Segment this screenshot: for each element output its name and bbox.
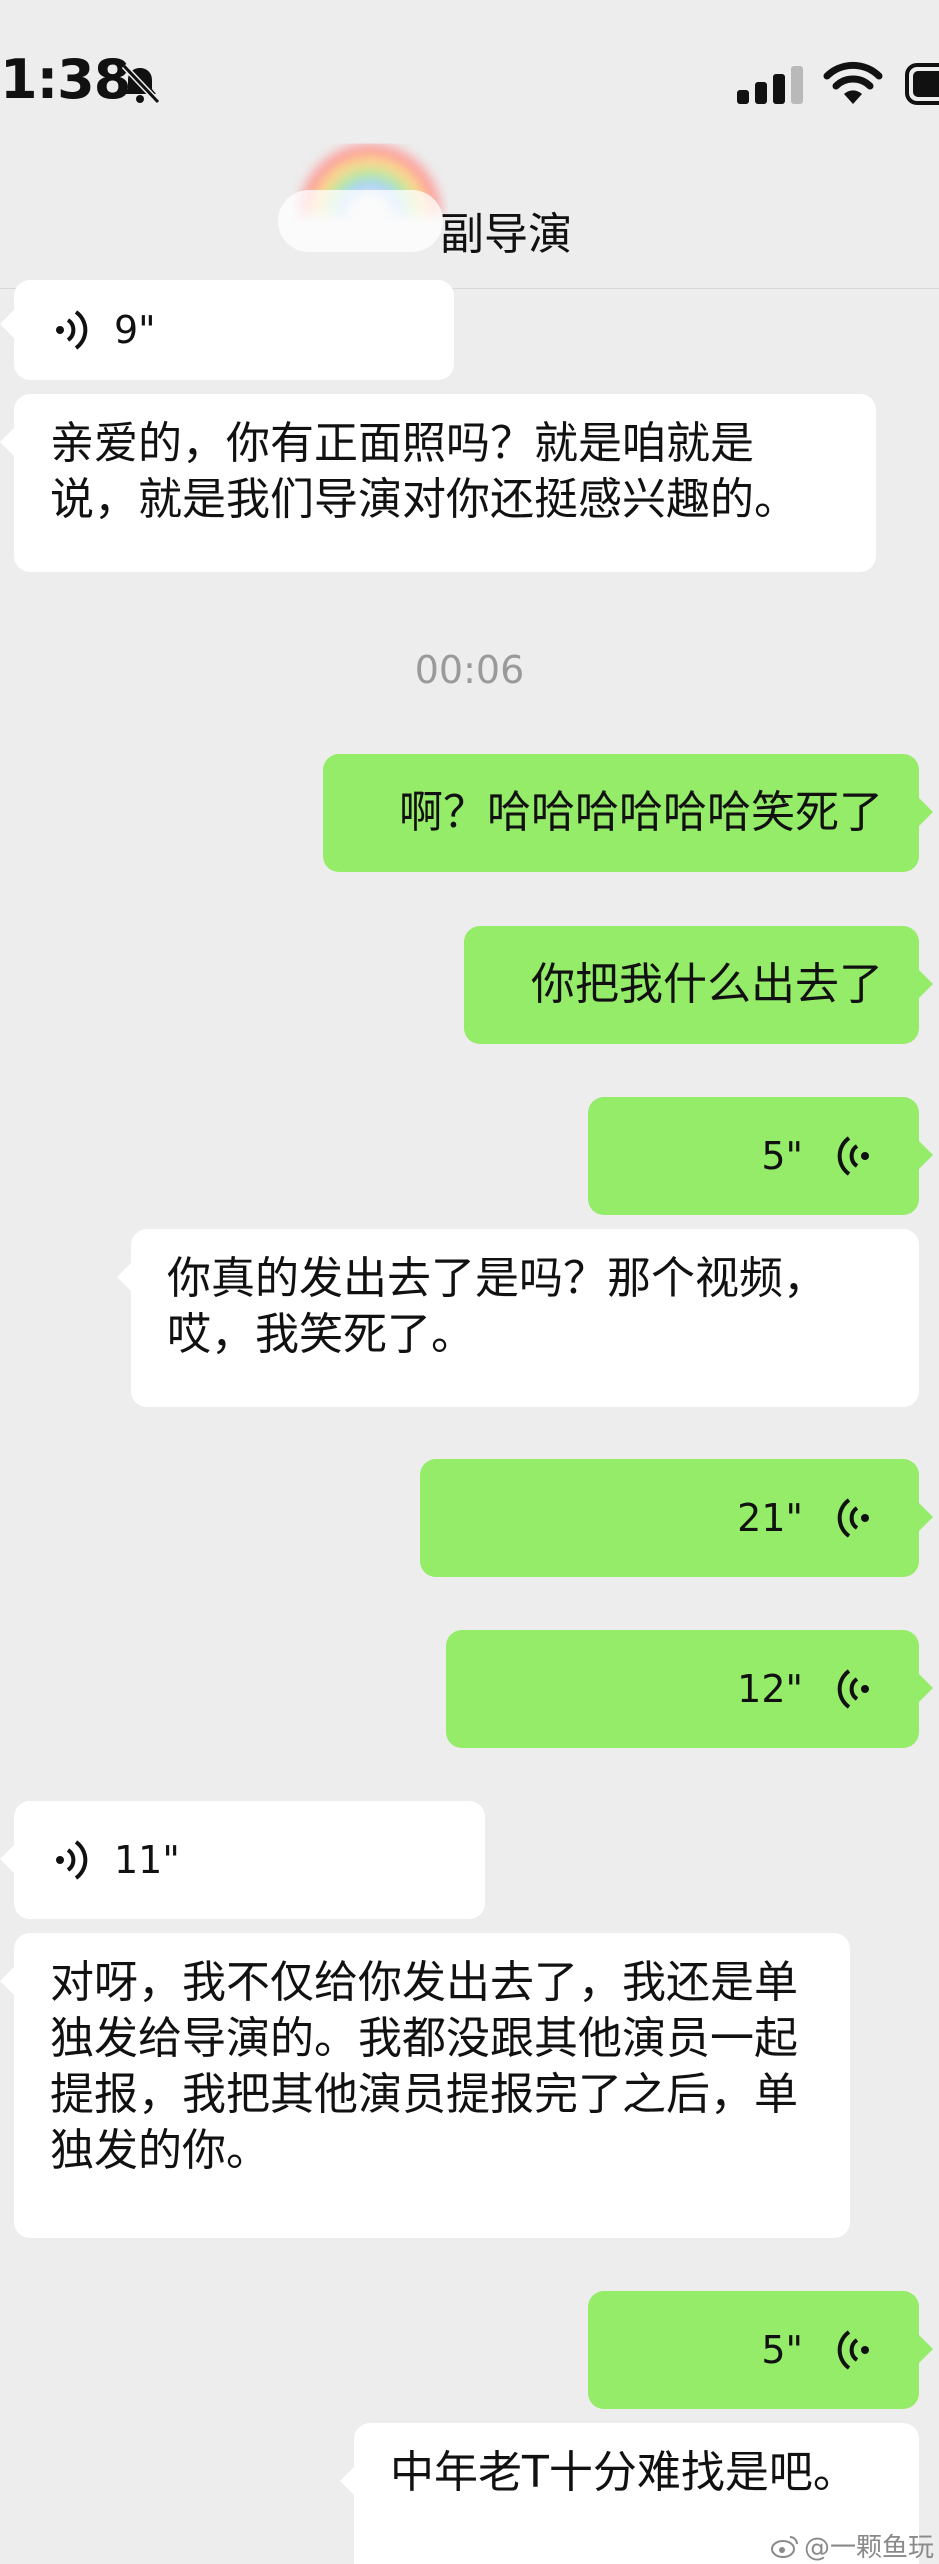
text-message-outgoing[interactable]: 你把我什么出去了 — [464, 926, 933, 1044]
status-time: 1:38 — [0, 48, 131, 111]
bell-slash-icon — [121, 63, 161, 105]
voice-duration: 5" — [761, 2328, 803, 2372]
voice-duration: 12" — [737, 1667, 803, 1711]
voice-duration: 21" — [737, 1496, 803, 1540]
voice-message-outgoing[interactable]: 21" — [420, 1459, 933, 1577]
voice-duration: 11" — [114, 1838, 180, 1882]
message-text: 对呀，我不仅给你发出去了，我还是单独发给导演的。我都没跟其他演员一起提报，我把其… — [50, 1957, 798, 2176]
voice-message-incoming[interactable]: 11" — [0, 1801, 485, 1919]
message-text: 你把我什么出去了 — [531, 959, 883, 1010]
text-message-incoming[interactable]: 你真的发出去了是吗？那个视频，哎，我笑死了。 — [117, 1229, 919, 1407]
wifi-icon — [823, 61, 883, 104]
voice-message-incoming[interactable]: 9" — [0, 280, 454, 380]
voice-message-outgoing[interactable]: 5" — [588, 1097, 933, 1215]
message-text: 亲爱的，你有正面照吗？就是咱就是说，就是我们导演对你还挺感兴趣的。 — [50, 418, 798, 525]
text-message-incoming[interactable]: 亲爱的，你有正面照吗？就是咱就是说，就是我们导演对你还挺感兴趣的。 — [0, 394, 876, 572]
message-text: 中年老T十分难找是吧。 — [390, 2447, 857, 2498]
text-message-incoming[interactable]: 对呀，我不仅给你发出去了，我还是单独发给导演的。我都没跟其他演员一起提报，我把其… — [0, 1933, 850, 2238]
voice-message-outgoing[interactable]: 12" — [446, 1630, 933, 1748]
voice-wave-icon — [56, 1840, 88, 1880]
message-text: 你真的发出去了是吗？那个视频，哎，我笑死了。 — [167, 1253, 827, 1360]
voice-duration: 9" — [114, 308, 156, 352]
blurred-name-patch — [278, 190, 443, 252]
watermark: @一颗鱼玩 — [770, 2527, 934, 2564]
voice-wave-icon — [837, 1669, 869, 1709]
voice-wave-icon — [837, 2330, 869, 2370]
chat-title[interactable]: 副导演 — [440, 198, 572, 262]
battery-icon — [905, 63, 939, 105]
voice-wave-icon — [837, 1498, 869, 1538]
weibo-icon — [771, 2535, 798, 2558]
signal-icon — [737, 66, 803, 104]
status-bar: 1:38 — [0, 0, 939, 160]
voice-duration: 5" — [761, 1134, 803, 1178]
voice-wave-icon — [56, 310, 88, 350]
voice-wave-icon — [837, 1136, 869, 1176]
message-text: 啊？哈哈哈哈哈哈笑死了 — [399, 787, 883, 838]
text-message-outgoing[interactable]: 啊？哈哈哈哈哈哈笑死了 — [323, 754, 933, 872]
message-timestamp: 00:06 — [414, 648, 525, 692]
voice-message-outgoing[interactable]: 5" — [588, 2291, 933, 2409]
watermark-text: @一颗鱼玩 — [804, 2533, 935, 2563]
